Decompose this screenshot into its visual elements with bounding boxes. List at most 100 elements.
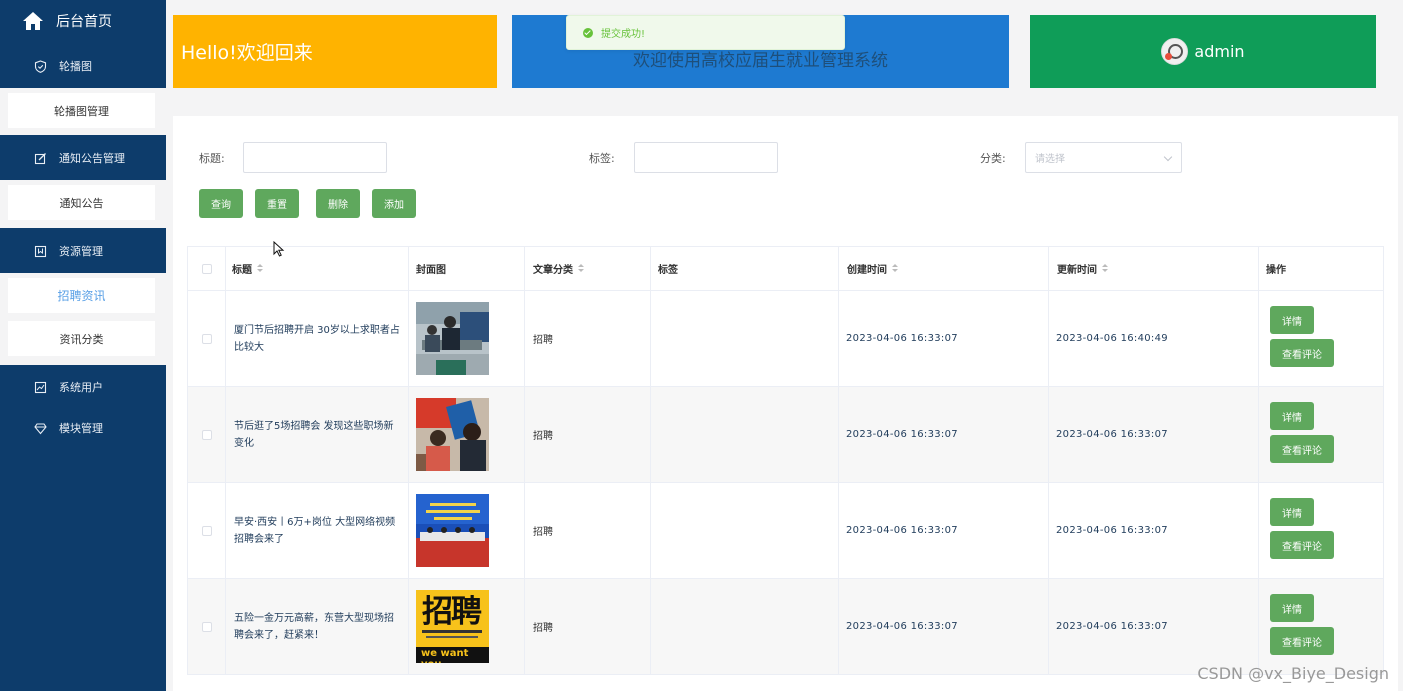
main-panel: 标题: 标签: 分类: 请选择 查询 重置 删除 添加 标题 封面图 文章分类 … — [173, 116, 1398, 691]
cover-image-caption: we want you — [421, 648, 469, 663]
row-updated: 2023-04-06 16:40:49 — [1049, 291, 1259, 386]
tag-filter-input[interactable] — [634, 142, 778, 173]
row-actions: 详情 查看评论 — [1259, 579, 1384, 674]
row-checkbox[interactable] — [201, 429, 212, 440]
sidebar-item-notice[interactable]: 通知公告 — [8, 185, 155, 220]
header-created-label: 创建时间 — [847, 265, 887, 276]
row-checkbox[interactable] — [201, 333, 212, 344]
delete-button[interactable]: 删除 — [316, 189, 360, 218]
title-filter-label: 标题: — [199, 152, 225, 165]
header-tag: 标签 — [651, 247, 839, 290]
header-category[interactable]: 文章分类 — [525, 247, 651, 290]
row-created: 2023-04-06 16:33:07 — [839, 387, 1049, 482]
row-checkbox[interactable] — [201, 525, 212, 536]
row-actions: 详情 查看评论 — [1259, 387, 1384, 482]
user-name: admin — [1194, 42, 1245, 61]
header-updated[interactable]: 更新时间 — [1049, 247, 1259, 290]
query-button[interactable]: 查询 — [199, 189, 243, 218]
sort-icon[interactable] — [892, 264, 898, 273]
diamond-icon — [34, 422, 47, 434]
row-actions: 详情 查看评论 — [1259, 291, 1384, 386]
detail-button[interactable]: 详情 — [1270, 306, 1314, 334]
table-row: 早安·西安丨6万+岗位 大型网络视频招聘会来了 招聘 2023-04-06 16… — [187, 483, 1384, 579]
sidebar-submenu: 招聘资讯 资讯分类 — [0, 273, 166, 365]
sidebar-item-label: 轮播图管理 — [54, 104, 109, 118]
sidebar-home[interactable]: 后台首页 — [0, 0, 166, 42]
title-filter-input[interactable] — [243, 142, 387, 173]
detail-button[interactable]: 详情 — [1270, 594, 1314, 622]
sidebar-group-label: 模块管理 — [59, 422, 103, 435]
row-updated: 2023-04-06 16:33:07 — [1049, 579, 1259, 674]
table-header: 标题 封面图 文章分类 标签 创建时间 更新时间 操作 — [187, 246, 1384, 291]
select-all-checkbox[interactable] — [201, 263, 212, 274]
sidebar-group-users[interactable]: 系统用户 — [0, 365, 166, 409]
sidebar-group-label: 系统用户 — [59, 381, 103, 394]
row-category: 招聘 — [525, 579, 651, 674]
row-checkbox-cell[interactable] — [188, 483, 226, 578]
header-title[interactable]: 标题 — [226, 247, 409, 290]
row-checkbox-cell[interactable] — [188, 387, 226, 482]
table-row: 厦门节后招聘开启 30岁以上求职者占比较大 招聘 2023-04-06 16:3… — [187, 291, 1384, 387]
row-tag — [651, 387, 839, 482]
row-checkbox-cell[interactable] — [188, 291, 226, 386]
category-filter-label: 分类: — [980, 152, 1006, 165]
avatar[interactable] — [1161, 38, 1189, 65]
sidebar-group-label: 资源管理 — [59, 245, 103, 258]
sort-icon[interactable] — [1102, 264, 1108, 273]
row-created: 2023-04-06 16:33:07 — [839, 579, 1049, 674]
row-category: 招聘 — [525, 387, 651, 482]
bookmark-icon — [34, 245, 47, 257]
reset-button[interactable]: 重置 — [255, 189, 299, 218]
header-category-label: 文章分类 — [533, 265, 573, 276]
sidebar: 后台首页 轮播图 轮播图管理 通知公告管理 通知公告 资源管理 招聘资讯 资讯分… — [0, 0, 166, 691]
category-select-placeholder: 请选择 — [1035, 154, 1065, 165]
shield-icon — [34, 59, 47, 73]
header-created[interactable]: 创建时间 — [839, 247, 1049, 290]
header-cover-label: 封面图 — [416, 265, 446, 276]
sidebar-group-carousel[interactable]: 轮播图 — [0, 44, 166, 88]
row-title: 早安·西安丨6万+岗位 大型网络视频招聘会来了 — [226, 483, 409, 578]
cover-image — [416, 302, 489, 375]
sort-icon[interactable] — [578, 264, 584, 273]
welcome-card: Hello!欢迎回来 — [173, 15, 497, 88]
sidebar-item-carousel-manage[interactable]: 轮播图管理 — [8, 93, 155, 128]
cover-image-decoration — [422, 630, 482, 633]
detail-button[interactable]: 详情 — [1270, 498, 1314, 526]
view-comments-button[interactable]: 查看评论 — [1270, 627, 1334, 655]
sidebar-group-resources[interactable]: 资源管理 — [0, 229, 166, 273]
toast-message: 提交成功! — [601, 29, 646, 40]
sidebar-item-news-category[interactable]: 资讯分类 — [8, 321, 155, 356]
header-actions-label: 操作 — [1266, 265, 1286, 276]
sidebar-submenu: 通知公告 — [0, 180, 166, 228]
row-category: 招聘 — [525, 291, 651, 386]
row-title: 五险一金万元高薪，东营大型现场招聘会来了，赶紧来！ — [226, 579, 409, 674]
header-title-label: 标题 — [232, 265, 252, 276]
row-actions: 详情 查看评论 — [1259, 483, 1384, 578]
sidebar-item-label: 招聘资讯 — [57, 289, 106, 303]
sidebar-group-label: 轮播图 — [59, 60, 92, 73]
view-comments-button[interactable]: 查看评论 — [1270, 435, 1334, 463]
sidebar-group-modules[interactable]: 模块管理 — [0, 406, 166, 450]
sidebar-item-recruit-news[interactable]: 招聘资讯 — [8, 278, 155, 313]
mouse-cursor-icon — [273, 241, 285, 257]
cover-image: 招聘 we want you — [416, 590, 489, 663]
sort-icon[interactable] — [257, 264, 263, 273]
category-select[interactable]: 请选择 — [1025, 142, 1182, 173]
sidebar-item-label: 资讯分类 — [59, 332, 104, 346]
row-updated: 2023-04-06 16:33:07 — [1049, 387, 1259, 482]
edit-icon — [34, 152, 46, 164]
user-card[interactable]: admin — [1030, 15, 1376, 88]
row-title: 节后逛了5场招聘会 发现这些职场新变化 — [226, 387, 409, 482]
chart-icon — [34, 381, 47, 393]
row-checkbox[interactable] — [201, 621, 212, 632]
header-cover: 封面图 — [409, 247, 525, 290]
add-button[interactable]: 添加 — [372, 189, 416, 218]
header-checkbox-cell[interactable] — [188, 247, 226, 290]
row-category: 招聘 — [525, 483, 651, 578]
view-comments-button[interactable]: 查看评论 — [1270, 531, 1334, 559]
row-checkbox-cell[interactable] — [188, 579, 226, 674]
row-cover — [409, 483, 525, 578]
view-comments-button[interactable]: 查看评论 — [1270, 339, 1334, 367]
detail-button[interactable]: 详情 — [1270, 402, 1314, 430]
sidebar-group-notice[interactable]: 通知公告管理 — [0, 136, 166, 180]
